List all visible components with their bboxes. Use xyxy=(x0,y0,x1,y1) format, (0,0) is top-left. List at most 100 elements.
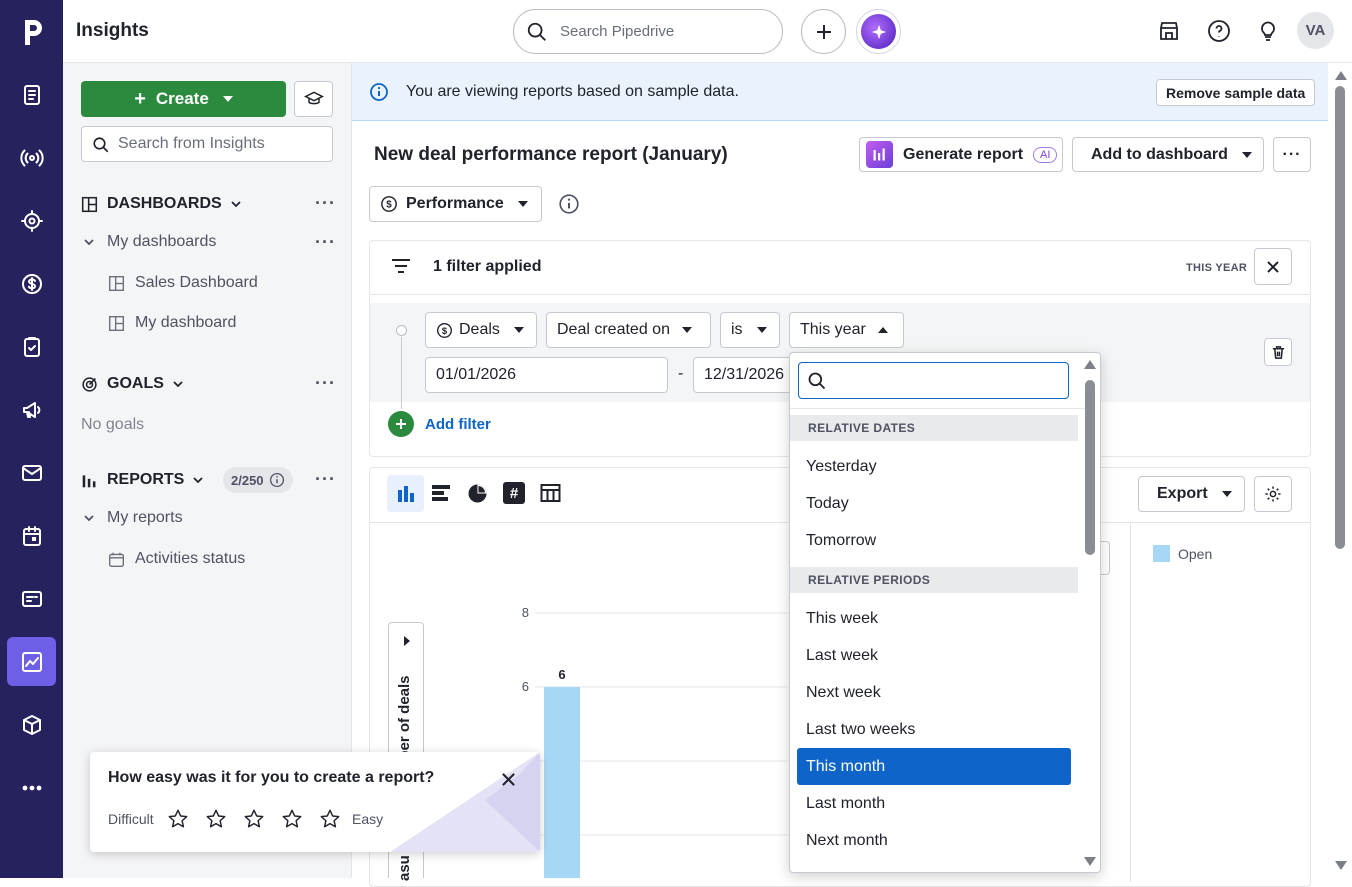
plus-icon xyxy=(816,24,831,39)
dropdown-scroll-thumb[interactable] xyxy=(1085,380,1095,555)
option-this-month[interactable]: This month xyxy=(797,748,1071,785)
avatar[interactable]: VA xyxy=(1297,12,1334,49)
academy-button[interactable] xyxy=(294,81,333,117)
insights-search-input[interactable]: Search from Insights xyxy=(81,126,333,162)
sidebar-item-my-dashboard[interactable]: My dashboard xyxy=(108,314,236,332)
leads-icon[interactable] xyxy=(7,70,56,119)
reports-more-icon[interactable]: ··· xyxy=(315,469,336,490)
pipedrive-logo[interactable] xyxy=(17,16,47,48)
filter-field-dropdown[interactable]: Deal created on xyxy=(546,312,711,348)
star-2-icon[interactable] xyxy=(205,808,227,830)
scroll-down-icon[interactable] xyxy=(1084,857,1096,866)
dropdown-scrollbar[interactable] xyxy=(1080,353,1100,872)
info-icon[interactable] xyxy=(558,193,580,215)
dashboards-heading[interactable]: DASHBOARDS xyxy=(81,195,242,213)
broadcast-icon[interactable] xyxy=(7,133,56,182)
tips-icon[interactable] xyxy=(1256,19,1280,43)
ai-assistant-button[interactable] xyxy=(856,9,901,54)
bar-chart-icon[interactable] xyxy=(387,475,424,512)
scroll-up-icon[interactable] xyxy=(1084,360,1096,369)
more-icon[interactable] xyxy=(7,763,56,812)
filter-value-dropdown[interactable]: This year xyxy=(789,312,904,348)
option-this-week[interactable]: This week xyxy=(797,600,1071,637)
create-label: Create xyxy=(155,89,209,108)
my-dashboards-group[interactable]: My dashboards xyxy=(83,233,216,251)
legend-label-open[interactable]: Open xyxy=(1178,546,1212,562)
report-more-button[interactable]: ··· xyxy=(1273,137,1311,172)
mail-icon[interactable] xyxy=(7,448,56,497)
option-yesterday[interactable]: Yesterday xyxy=(797,448,1071,485)
remove-sample-data-button[interactable]: Remove sample data xyxy=(1156,79,1316,106)
global-search-input[interactable]: Search Pipedrive xyxy=(513,9,783,54)
date-to-input[interactable]: 12/31/2026 xyxy=(693,357,793,393)
date-from-input[interactable]: 01/01/2026 xyxy=(425,357,668,393)
number-icon[interactable]: # xyxy=(503,482,525,504)
report-title[interactable]: New deal performance report (January) xyxy=(374,144,728,166)
chart-bar[interactable] xyxy=(544,687,580,878)
period-tag: THIS YEAR xyxy=(1186,262,1248,274)
create-button[interactable]: + Create xyxy=(81,81,286,117)
chevron-down-icon xyxy=(84,515,94,522)
page-scrollbar[interactable] xyxy=(1329,63,1352,878)
campaigns-icon[interactable] xyxy=(7,385,56,434)
star-1-icon[interactable] xyxy=(167,808,189,830)
reports-heading[interactable]: REPORTS xyxy=(81,471,204,489)
add-filter-link[interactable]: Add filter xyxy=(425,416,491,433)
info-icon[interactable] xyxy=(269,472,285,488)
option-last-month[interactable]: Last month xyxy=(797,785,1071,822)
calendar-icon[interactable] xyxy=(7,511,56,560)
report-type-dropdown[interactable]: $ Performance xyxy=(369,186,542,222)
add-filter-icon[interactable] xyxy=(388,411,414,437)
goals-more-icon[interactable]: ··· xyxy=(315,373,336,394)
star-4-icon[interactable] xyxy=(281,808,303,830)
my-reports-group[interactable]: My reports xyxy=(83,509,183,527)
dashboards-more-icon[interactable]: ··· xyxy=(315,193,336,214)
option-last-week[interactable]: Last week xyxy=(797,637,1071,674)
reports-icon xyxy=(82,474,96,487)
filter-icon[interactable] xyxy=(390,256,412,276)
insights-icon[interactable] xyxy=(7,637,56,686)
table-icon[interactable] xyxy=(540,483,561,503)
option-today[interactable]: Today xyxy=(797,485,1071,522)
help-icon[interactable] xyxy=(1207,19,1231,43)
star-3-icon[interactable] xyxy=(243,808,265,830)
calendar-icon xyxy=(109,552,124,567)
filter-operator-dropdown[interactable]: is xyxy=(720,312,780,348)
scroll-thumb[interactable] xyxy=(1335,86,1345,549)
nav-rail xyxy=(0,0,63,878)
scroll-up-icon[interactable] xyxy=(1335,71,1347,80)
tasks-icon[interactable] xyxy=(7,322,56,371)
option-next-month[interactable]: Next month xyxy=(797,822,1071,859)
clear-filters-button[interactable] xyxy=(1254,248,1292,285)
option-next-week[interactable]: Next week xyxy=(797,674,1071,711)
scroll-down-icon[interactable] xyxy=(1335,861,1347,870)
chevron-down-icon xyxy=(756,327,767,333)
horizontal-bar-icon[interactable] xyxy=(431,483,452,503)
pie-chart-icon[interactable] xyxy=(467,483,488,504)
contacts-icon[interactable] xyxy=(7,574,56,623)
close-icon xyxy=(1267,260,1279,273)
close-icon[interactable] xyxy=(501,772,516,787)
goal-icon xyxy=(82,376,97,392)
star-5-icon[interactable] xyxy=(319,808,341,830)
deals-icon[interactable] xyxy=(7,259,56,308)
my-dashboards-more-icon[interactable]: ··· xyxy=(315,232,336,253)
products-icon[interactable] xyxy=(7,700,56,749)
add-to-dashboard-button[interactable]: Add to dashboard xyxy=(1072,137,1264,172)
option-tomorrow[interactable]: Tomorrow xyxy=(797,522,1071,559)
delete-filter-button[interactable] xyxy=(1264,338,1292,366)
export-button[interactable]: Export xyxy=(1138,476,1245,512)
sidebar-item-sales-dashboard[interactable]: Sales Dashboard xyxy=(108,274,258,292)
quick-add-button[interactable] xyxy=(801,9,846,54)
generate-report-button[interactable]: Generate report AI xyxy=(859,137,1063,172)
dropdown-search-input[interactable] xyxy=(798,362,1069,399)
chart-settings-button[interactable] xyxy=(1254,476,1292,512)
target-icon[interactable] xyxy=(7,196,56,245)
filter-entity-dropdown[interactable]: $ Deals xyxy=(425,312,537,348)
banner-text: You are viewing reports based on sample … xyxy=(406,82,739,100)
option-last-two-weeks[interactable]: Last two weeks xyxy=(797,711,1071,748)
filters-summary[interactable]: 1 filter applied xyxy=(433,258,541,276)
sidebar-item-activities-status[interactable]: Activities status xyxy=(108,550,245,568)
marketplace-icon[interactable] xyxy=(1157,19,1181,43)
goals-heading[interactable]: GOALS xyxy=(81,375,184,393)
